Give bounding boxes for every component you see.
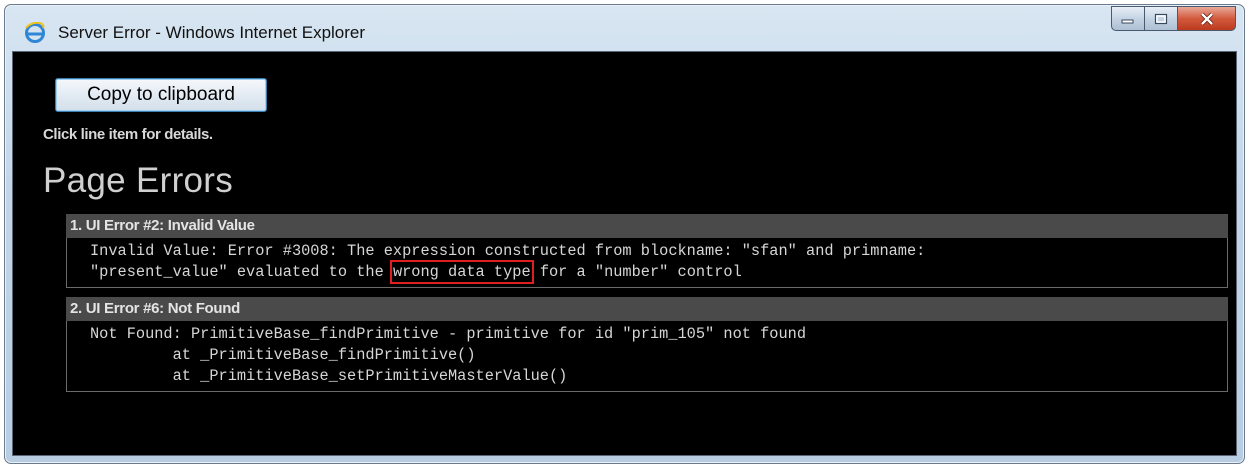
error-2-line-1: Not Found: PrimitiveBase_findPrimitive -…: [90, 325, 807, 343]
close-icon: [1200, 12, 1213, 25]
highlighted-text: wrong data type: [389, 260, 534, 284]
error-2-line-2: at _PrimitiveBase_findPrimitive(): [90, 346, 476, 364]
browser-window: Server Error - Windows Internet Explorer: [4, 4, 1245, 464]
maximize-icon: [1154, 13, 1168, 24]
error-2-line-3: at _PrimitiveBase_setPrimitiveMasterValu…: [90, 367, 568, 385]
click-hint-text: Click line item for details.: [43, 126, 213, 143]
internet-explorer-icon: [25, 22, 45, 43]
error-header-1[interactable]: 1. UI Error #2: Invalid Value: [66, 214, 1228, 238]
maximize-button[interactable]: [1145, 6, 1178, 31]
error-1-line-2-start: "present_value" evaluated to the: [90, 263, 393, 281]
copy-to-clipboard-button[interactable]: Copy to clipboard: [55, 78, 267, 112]
close-button[interactable]: [1178, 6, 1236, 31]
minimize-button[interactable]: [1111, 6, 1145, 31]
error-details-1: Invalid Value: Error #3008: The expressi…: [66, 238, 1228, 288]
page-title: Page Errors: [43, 161, 234, 200]
error-1-line-1: Invalid Value: Error #3008: The expressi…: [90, 242, 926, 260]
window-title: Server Error - Windows Internet Explorer: [58, 23, 366, 42]
page-content: Copy to clipboard Click line item for de…: [12, 51, 1237, 456]
error-item-2[interactable]: 2. UI Error #6: Not Found Not Found: Pri…: [66, 297, 1228, 392]
minimize-icon: [1121, 19, 1134, 23]
error-item-1[interactable]: 1. UI Error #2: Invalid Value Invalid Va…: [66, 214, 1228, 288]
window-controls: [1111, 6, 1236, 33]
error-details-2: Not Found: PrimitiveBase_findPrimitive -…: [66, 321, 1228, 392]
error-1-line-2-end: for a "number" control: [530, 263, 742, 281]
title-bar[interactable]: Server Error - Windows Internet Explorer: [5, 5, 1244, 51]
error-header-2[interactable]: 2. UI Error #6: Not Found: [66, 297, 1228, 321]
